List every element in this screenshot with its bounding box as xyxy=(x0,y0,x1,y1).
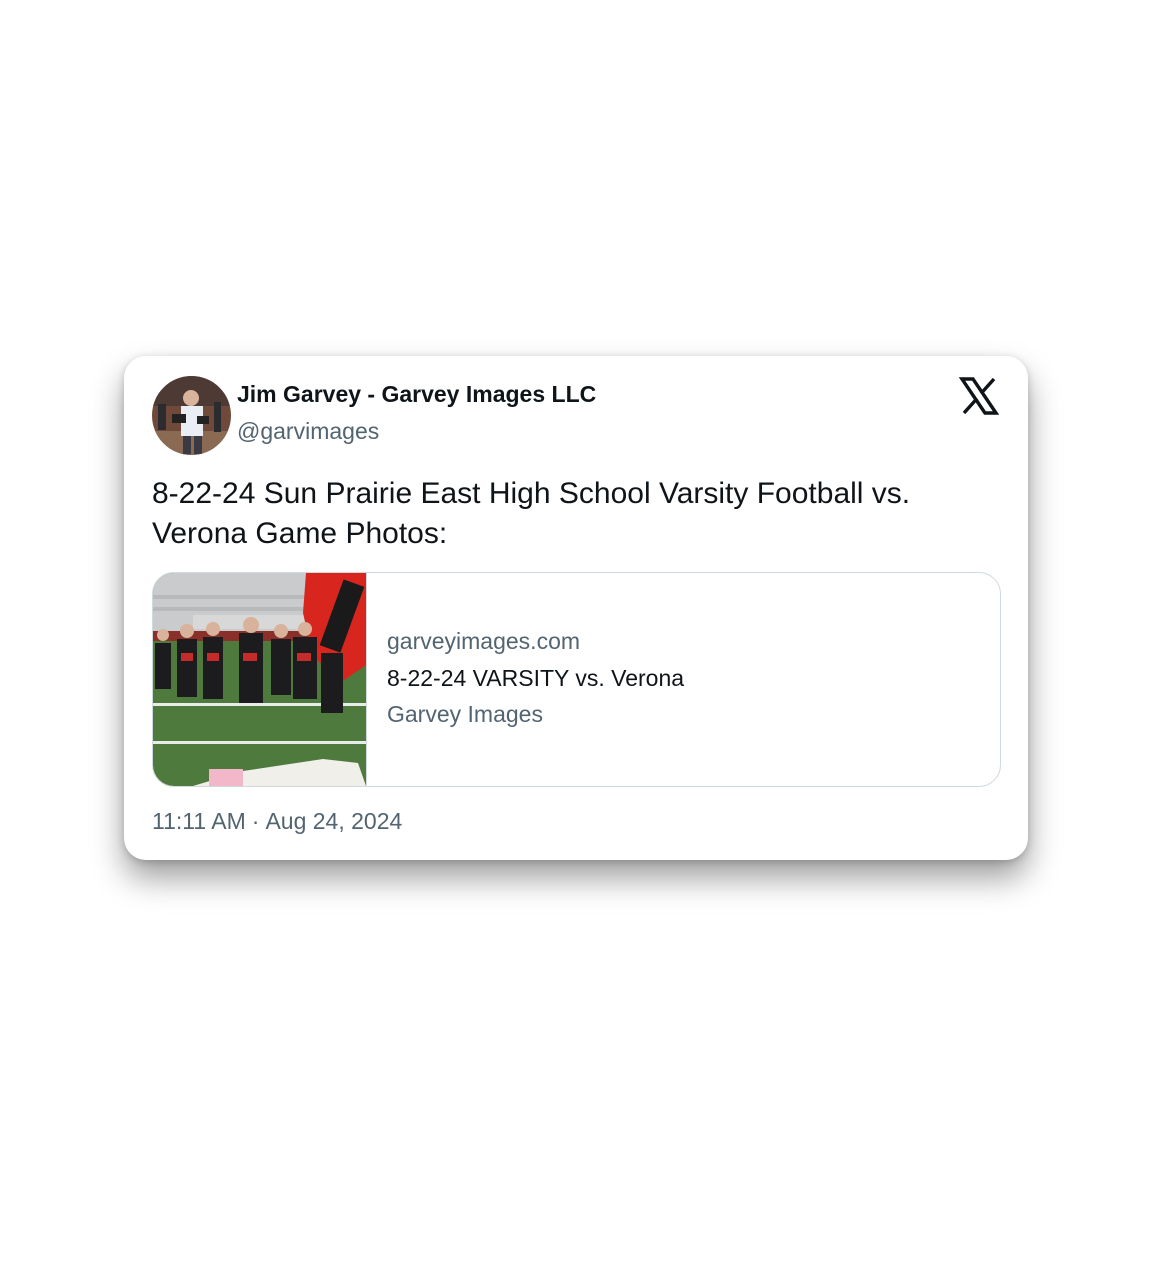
tweet-card: Jim Garvey - Garvey Images LLC @garvimag… xyxy=(124,356,1028,860)
tweet-time: 11:11 AM xyxy=(152,808,246,834)
link-title: 8-22-24 VARSITY vs. Verona xyxy=(387,665,685,691)
tweet-text: 8-22-24 Sun Prairie East High School Var… xyxy=(152,477,911,550)
timestamp-separator: · xyxy=(251,808,260,834)
author-handle[interactable]: @garvimages xyxy=(237,418,379,445)
author-display-name[interactable]: Jim Garvey - Garvey Images LLC xyxy=(237,381,596,408)
link-domain: garveyimages.com xyxy=(387,628,581,654)
tweet-date: Aug 24, 2024 xyxy=(265,808,403,834)
author-avatar[interactable] xyxy=(152,376,231,455)
x-logo-icon[interactable] xyxy=(958,376,1000,416)
link-preview-card[interactable]: garveyimages.com 8-22-24 VARSITY vs. Ver… xyxy=(152,572,1001,787)
link-site-name: Garvey Images xyxy=(387,701,543,727)
link-thumbnail-image xyxy=(153,573,367,786)
tweet-timestamp[interactable]: 11:11 AM · Aug 24, 2024 xyxy=(152,808,402,835)
